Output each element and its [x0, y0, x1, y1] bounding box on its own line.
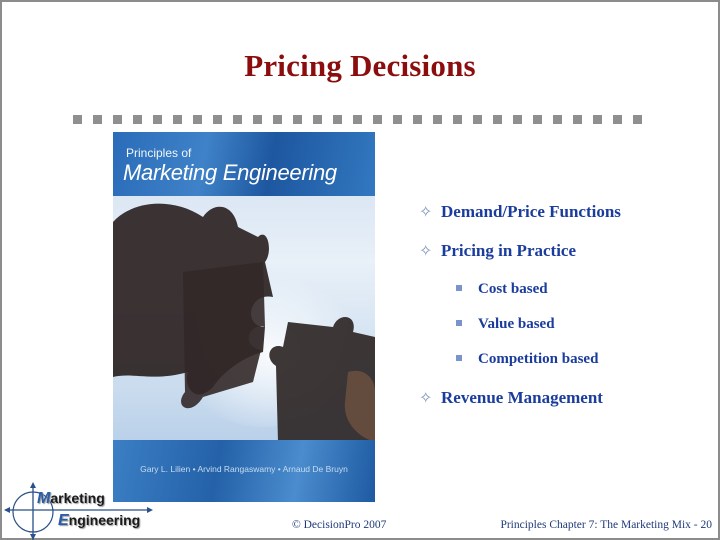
divider-square — [593, 115, 602, 124]
divider-square — [553, 115, 562, 124]
divider-square — [453, 115, 462, 124]
divider-square — [413, 115, 422, 124]
divider-square — [73, 115, 82, 124]
logo-text-marketing: Marketing — [37, 490, 105, 507]
divider-square — [493, 115, 502, 124]
bullet-text: Competition based — [478, 351, 599, 367]
divider-square — [93, 115, 102, 124]
footer-page-info: Principles Chapter 7: The Marketing Mix … — [500, 519, 712, 531]
star-bullet-icon: ✧ — [419, 204, 433, 221]
divider-square — [253, 115, 262, 124]
bullet-text: Pricing in Practice — [441, 241, 577, 260]
divider-square — [513, 115, 522, 124]
divider-square — [533, 115, 542, 124]
footer-copyright: © DecisionPro 2007 — [292, 519, 387, 531]
book-cover-image: Principles of Marketing Engineering Gary… — [113, 132, 375, 502]
bullet-item: ✧ Revenue Management — [419, 388, 603, 408]
divider-square — [473, 115, 482, 124]
sub-bullet-item: Competition based — [456, 351, 598, 368]
star-bullet-icon: ✧ — [419, 243, 433, 260]
divider-square — [633, 115, 642, 124]
divider-square — [153, 115, 162, 124]
divider-square — [213, 115, 222, 124]
logo-text-engineering: Engineering — [58, 512, 141, 529]
divider-square — [573, 115, 582, 124]
divider-square — [193, 115, 202, 124]
divider-square — [273, 115, 282, 124]
divider-square — [133, 115, 142, 124]
bullet-text: Value based — [478, 316, 555, 332]
marketing-engineering-logo: Marketing Engineering — [3, 480, 153, 540]
divider-square — [373, 115, 382, 124]
square-bullet-icon — [456, 284, 462, 291]
bullet-text: Demand/Price Functions — [441, 202, 621, 221]
divider-square — [293, 115, 302, 124]
crosshair-circle-icon — [4, 482, 153, 540]
title-divider — [73, 115, 653, 124]
bullet-text: Cost based — [478, 281, 548, 297]
divider-square — [113, 115, 122, 124]
bullet-item: ✧ Pricing in Practice — [419, 241, 576, 261]
divider-square — [613, 115, 622, 124]
divider-square — [393, 115, 402, 124]
square-bullet-icon — [456, 354, 462, 361]
sub-bullet-item: Value based — [456, 316, 555, 333]
book-cover-authors: Gary L. Lilien • Arvind Rangaswamy • Arn… — [140, 464, 348, 474]
star-bullet-icon: ✧ — [419, 390, 433, 407]
divider-square — [313, 115, 322, 124]
slide-title: Pricing Decisions — [244, 48, 476, 83]
divider-square — [173, 115, 182, 124]
bullet-text: Revenue Management — [441, 388, 603, 407]
divider-square — [433, 115, 442, 124]
sub-bullet-item: Cost based — [456, 281, 548, 298]
divider-square — [333, 115, 342, 124]
divider-square — [353, 115, 362, 124]
square-bullet-icon — [456, 319, 462, 326]
bullet-item: ✧ Demand/Price Functions — [419, 202, 621, 222]
divider-square — [233, 115, 242, 124]
